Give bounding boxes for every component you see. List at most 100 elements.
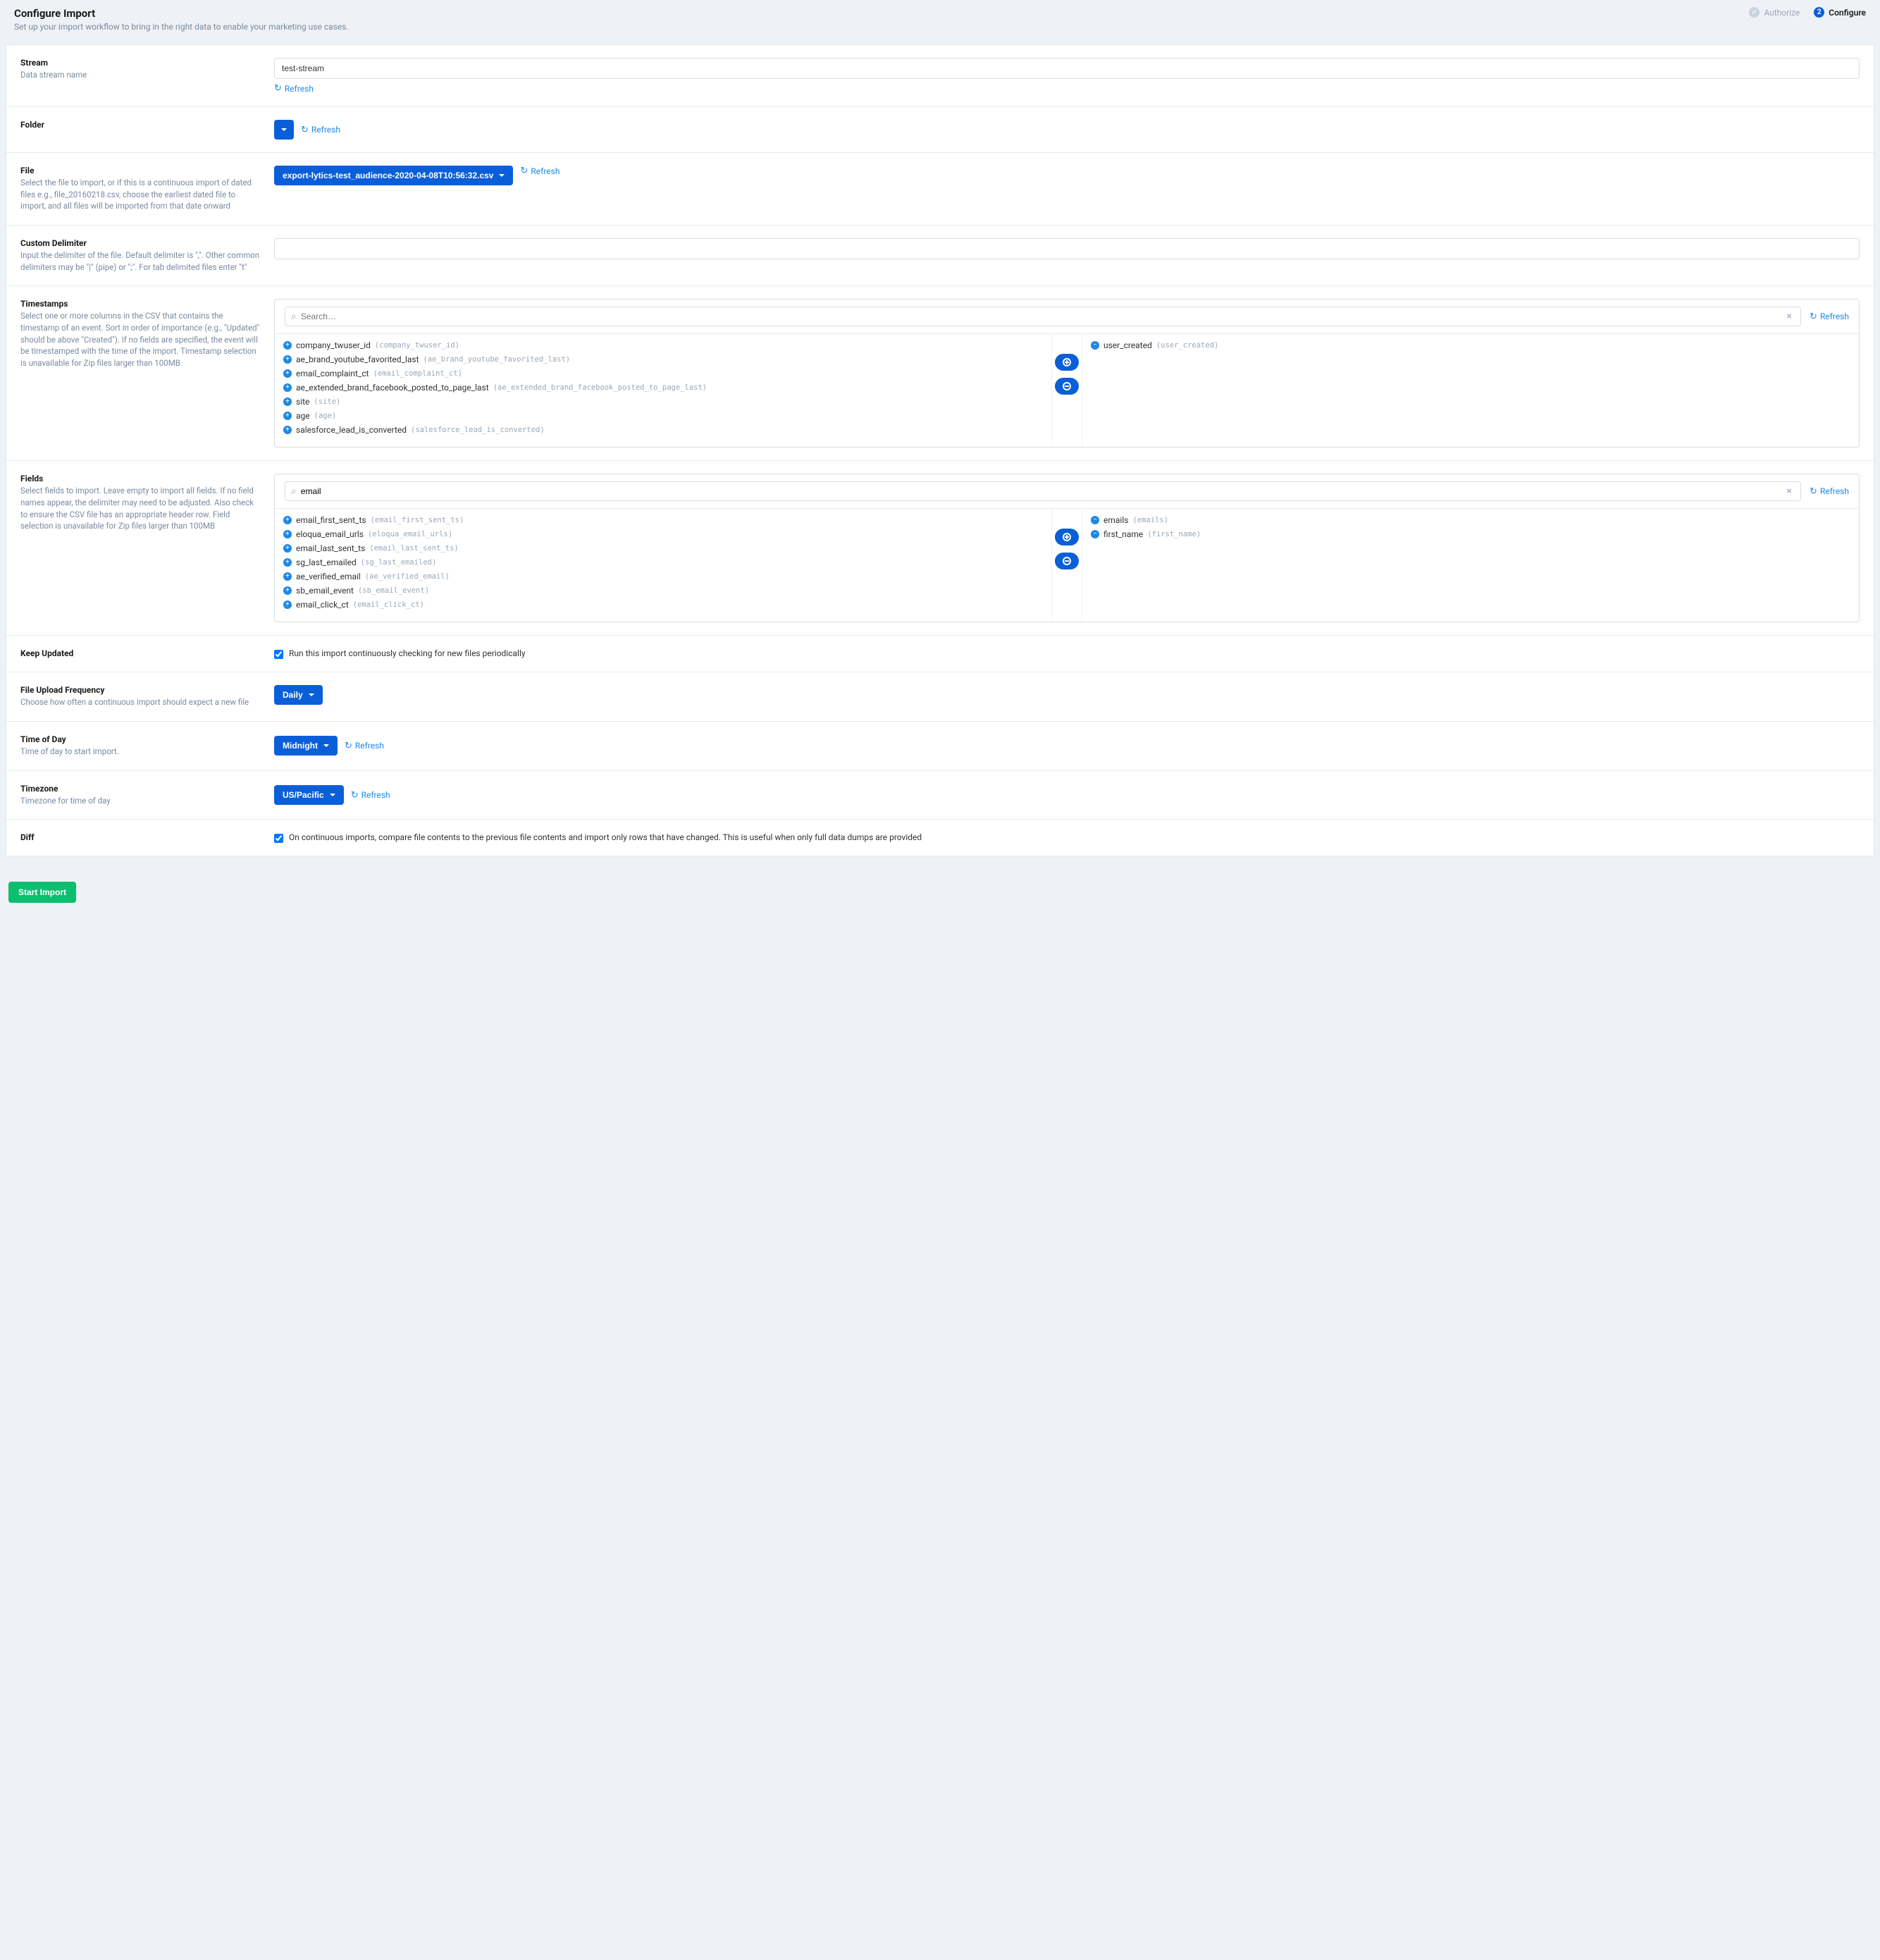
- remove-button[interactable]: [1055, 553, 1079, 569]
- keep-updated-row[interactable]: Run this import continuously checking fo…: [274, 648, 1860, 659]
- frequency-help: Choose how often a continuous import sho…: [20, 696, 260, 708]
- start-import-button[interactable]: Start Import: [8, 882, 76, 903]
- list-item[interactable]: +ae_verified_email (ae_verified_email): [278, 569, 1049, 584]
- keep-updated-label: Keep Updated: [20, 648, 260, 658]
- fields-refresh[interactable]: Refresh: [1810, 486, 1849, 497]
- fields-search[interactable]: ×: [285, 481, 1801, 501]
- remove-button[interactable]: [1055, 378, 1079, 395]
- plus-icon: +: [283, 600, 292, 609]
- list-item[interactable]: +email_first_sent_ts (email_first_sent_t…: [278, 513, 1049, 527]
- minus-icon: −: [1091, 516, 1099, 524]
- list-item[interactable]: +email_last_sent_ts (email_last_sent_ts): [278, 541, 1049, 555]
- refresh-icon: [1810, 486, 1817, 497]
- plus-icon: +: [283, 558, 292, 567]
- plus-icon: +: [283, 369, 292, 378]
- plus-icon: +: [283, 426, 292, 434]
- list-item[interactable]: +site (site): [278, 395, 1049, 409]
- chevron-down-icon: [499, 171, 505, 180]
- file-dropdown[interactable]: export-lytics-test_audience-2020-04-08T1…: [274, 166, 513, 185]
- section-fields: Fields Select fields to import. Leave em…: [6, 461, 1874, 636]
- list-item[interactable]: +sb_email_event (sb_email_event): [278, 584, 1049, 598]
- fields-picker: × Refresh +email_first_sent_ts (email_fi…: [274, 474, 1860, 622]
- page-subtitle: Set up your import workflow to bring in …: [14, 22, 1866, 32]
- list-item[interactable]: +email_complaint_ct (email_complaint_ct): [278, 366, 1049, 381]
- stream-refresh[interactable]: Refresh: [274, 83, 314, 94]
- timezone-label: Timezone: [20, 784, 260, 794]
- section-time-of-day: Time of Day Time of day to start import.…: [6, 722, 1874, 771]
- plus-icon: +: [283, 412, 292, 420]
- step-configure[interactable]: 2 Configure: [1814, 7, 1866, 18]
- add-button[interactable]: [1055, 529, 1079, 546]
- page-title: Configure Import: [14, 7, 1866, 20]
- footer: Start Import: [0, 870, 1880, 920]
- fields-selected-list[interactable]: −emails (emails)−first_name (first_name): [1082, 509, 1859, 622]
- refresh-icon: [1810, 312, 1817, 322]
- keep-updated-checkbox[interactable]: [274, 650, 283, 659]
- timestamps-search[interactable]: ×: [285, 307, 1801, 326]
- fields-search-input[interactable]: [301, 486, 1780, 496]
- stream-label: Stream: [20, 58, 260, 68]
- time-of-day-refresh[interactable]: Refresh: [345, 741, 384, 751]
- plus-icon: +: [283, 544, 292, 553]
- step-authorize[interactable]: ✓ Authorize: [1749, 7, 1800, 18]
- list-item[interactable]: −first_name (first_name): [1085, 527, 1856, 541]
- timestamps-label: Timestamps: [20, 299, 260, 309]
- refresh-icon: [520, 166, 528, 176]
- section-keep-updated: Keep Updated Run this import continuousl…: [6, 636, 1874, 672]
- list-item[interactable]: +eloqua_email_urls (eloqua_email_urls): [278, 527, 1049, 541]
- section-folder: Folder Refresh: [6, 107, 1874, 153]
- frequency-dropdown[interactable]: Daily: [274, 685, 323, 705]
- plus-icon: +: [283, 530, 292, 538]
- list-item[interactable]: +salesforce_lead_is_converted (salesforc…: [278, 423, 1049, 437]
- refresh-icon: [345, 741, 352, 751]
- step-number-icon: 2: [1814, 7, 1824, 18]
- plus-icon: +: [283, 516, 292, 524]
- file-refresh[interactable]: Refresh: [520, 166, 559, 176]
- diff-label: Diff: [20, 832, 260, 842]
- list-item[interactable]: +company_twuser_id (company_twuser_id): [278, 338, 1049, 352]
- diff-text: On continuous imports, compare file cont…: [289, 832, 922, 842]
- timestamps-refresh[interactable]: Refresh: [1810, 312, 1849, 322]
- section-diff: Diff On continuous imports, compare file…: [6, 820, 1874, 856]
- fields-help: Select fields to import. Leave empty to …: [20, 485, 260, 532]
- list-item[interactable]: +email_click_ct (email_click_ct): [278, 598, 1049, 612]
- frequency-label: File Upload Frequency: [20, 685, 260, 695]
- step-label: Configure: [1829, 8, 1866, 18]
- diff-checkbox[interactable]: [274, 834, 283, 843]
- fields-available-list[interactable]: +email_first_sent_ts (email_first_sent_t…: [275, 509, 1051, 622]
- folder-refresh[interactable]: Refresh: [301, 125, 340, 135]
- minus-icon: −: [1091, 530, 1099, 538]
- page-header: Configure Import Set up your import work…: [0, 0, 1880, 44]
- timezone-help: Timezone for time of day: [20, 795, 260, 807]
- file-label: File: [20, 166, 260, 175]
- list-item[interactable]: +sg_last_emailed (sg_last_emailed): [278, 555, 1049, 569]
- timestamps-available-list[interactable]: +company_twuser_id (company_twuser_id)+a…: [275, 334, 1051, 447]
- timezone-dropdown[interactable]: US/Pacific: [274, 785, 344, 805]
- timestamps-selected-list[interactable]: −user_created (user_created): [1082, 334, 1859, 447]
- timestamps-picker: × Refresh +company_twuser_id (company_tw…: [274, 299, 1860, 448]
- delimiter-label: Custom Delimiter: [20, 238, 260, 248]
- time-of-day-help: Time of day to start import.: [20, 746, 260, 758]
- diff-row[interactable]: On continuous imports, compare file cont…: [274, 832, 1860, 843]
- timezone-refresh[interactable]: Refresh: [351, 790, 390, 801]
- timestamps-search-input[interactable]: [301, 312, 1780, 321]
- list-item[interactable]: +age (age): [278, 409, 1049, 423]
- folder-dropdown[interactable]: [274, 120, 294, 140]
- timestamps-transfer-controls: [1051, 334, 1082, 447]
- time-of-day-dropdown[interactable]: Midnight: [274, 736, 338, 756]
- step-label: Authorize: [1764, 8, 1800, 18]
- list-item[interactable]: +ae_extended_brand_facebook_posted_to_pa…: [278, 381, 1049, 395]
- plus-icon: +: [283, 383, 292, 392]
- clear-icon[interactable]: ×: [1784, 486, 1795, 497]
- stream-input[interactable]: [274, 58, 1860, 79]
- list-item[interactable]: −user_created (user_created): [1085, 338, 1856, 352]
- clear-icon[interactable]: ×: [1784, 311, 1795, 322]
- add-button[interactable]: [1055, 354, 1079, 371]
- wizard-steps: ✓ Authorize 2 Configure: [1749, 7, 1866, 18]
- delimiter-input[interactable]: [274, 238, 1860, 259]
- folder-label: Folder: [20, 120, 260, 130]
- list-item[interactable]: −emails (emails): [1085, 513, 1856, 527]
- file-help: Select the file to import, or if this is…: [20, 177, 260, 212]
- list-item[interactable]: +ae_brand_youtube_favorited_last (ae_bra…: [278, 352, 1049, 366]
- keep-updated-text: Run this import continuously checking fo…: [289, 648, 526, 658]
